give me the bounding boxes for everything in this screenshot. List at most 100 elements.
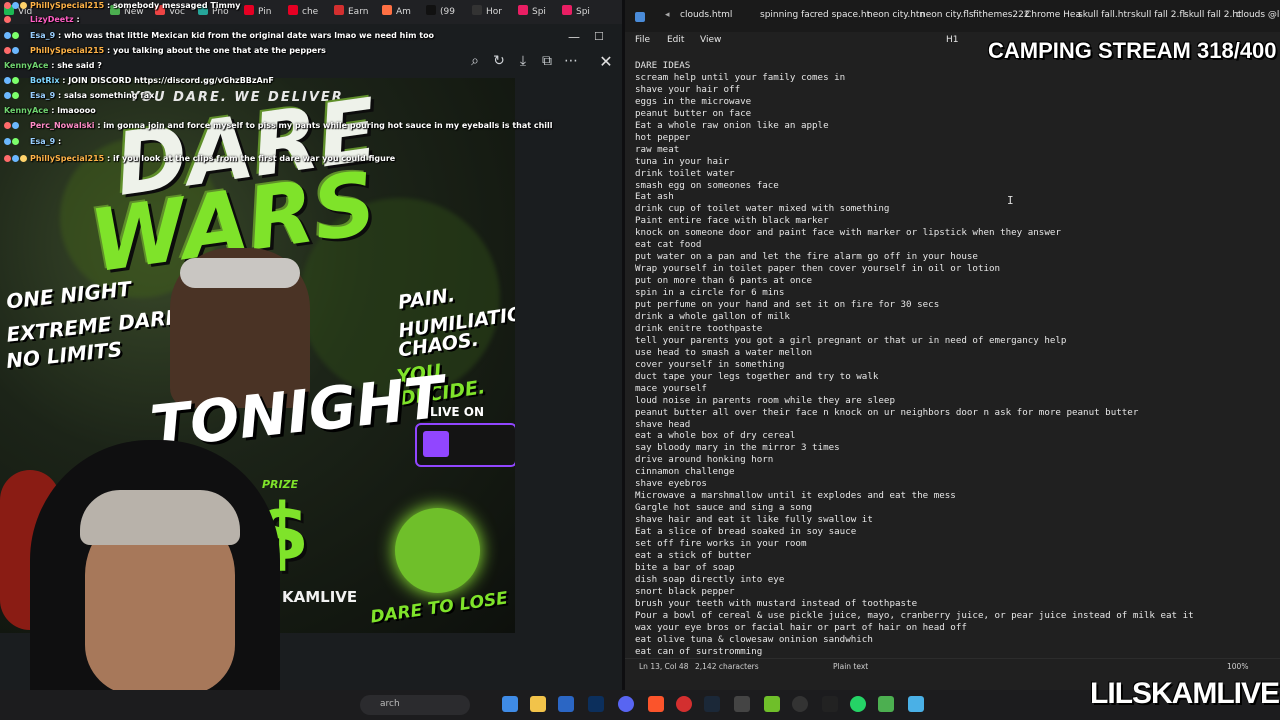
brave-icon[interactable] — [648, 696, 664, 712]
notepad-tab[interactable]: Chrome Hea — [1025, 10, 1081, 20]
chat-username: BotRix — [30, 76, 60, 85]
more-icon[interactable]: ⋯ — [560, 48, 582, 74]
text-line: drink a whole gallon of milk — [635, 310, 790, 322]
app-icon[interactable] — [764, 696, 780, 712]
notepad-tab[interactable]: neon city.htn — [867, 10, 925, 20]
rotate-icon[interactable]: ↻ — [488, 48, 510, 74]
text-line: shave your hair off — [635, 83, 741, 95]
text-line: put on more than 6 pants at once — [635, 275, 813, 287]
status-zoom[interactable]: 100% — [1227, 662, 1248, 671]
text-line: put water on a pan and let the fire alar… — [635, 251, 978, 263]
chat-badges — [4, 76, 30, 85]
zoom-icon[interactable]: ⌕ — [464, 48, 486, 74]
text-line: hot pepper — [635, 131, 691, 143]
webcam-feed — [0, 420, 300, 690]
download-icon[interactable]: ⤓ — [512, 48, 534, 74]
app-icon[interactable] — [792, 696, 808, 712]
store-icon[interactable] — [558, 696, 574, 712]
poster-left-line: ONE NIGHT — [5, 276, 133, 314]
browser-tab[interactable]: Earn — [334, 5, 368, 19]
notepad-status-bar: Ln 13, Col 48 2,142 characters Plain tex… — [625, 658, 1280, 675]
chat-username: PhillySpecial215 — [30, 46, 105, 55]
stream-title-overlay: CAMPING STREAM 318/400 — [988, 38, 1277, 63]
text-line: duct tape your legs together and try to … — [635, 370, 879, 382]
text-line: eat a stick of butter — [635, 549, 752, 561]
text-line: spin in a circle for 6 mins — [635, 287, 785, 299]
notepad-tab[interactable]: neon city.fls — [920, 10, 974, 20]
chat-username: KennyAce — [4, 106, 49, 115]
app-icon[interactable] — [676, 696, 692, 712]
copilot-icon[interactable] — [502, 696, 518, 712]
text-line: eat a whole box of dry cereal — [635, 430, 796, 442]
twitch-icon — [423, 431, 449, 457]
poster-live-on: LIVE ON — [430, 405, 485, 419]
text-line: drink toilet water — [635, 167, 735, 179]
app-icon[interactable] — [734, 696, 750, 712]
notepad-tab[interactable]: spinning fac — [760, 10, 815, 20]
poster-person-bandana — [180, 258, 300, 288]
close-icon[interactable]: ✕ — [596, 52, 616, 72]
browser-tab[interactable]: Pin — [244, 5, 271, 19]
browser-tab-label: Spi — [576, 7, 590, 17]
whatsapp-icon[interactable] — [850, 696, 866, 712]
maximize-button[interactable]: ☐ — [594, 30, 604, 43]
chat-text: : somebody messaged Timmy — [104, 1, 241, 10]
chat-badges — [4, 137, 30, 146]
twitch-logo — [415, 423, 515, 467]
browser-tab-label: Spi — [532, 7, 546, 17]
notepad-text-area[interactable]: DARE IDEAS scream help until your family … — [635, 60, 1275, 656]
steam-icon[interactable] — [704, 696, 720, 712]
notepad-tab[interactable]: skull fall 2.fl — [1131, 10, 1185, 20]
notepad-taskbar-icon[interactable] — [908, 696, 924, 712]
notepad-tab[interactable]: skull fall.htr — [1078, 10, 1131, 20]
chat-message: LizyDeetz : — [4, 15, 80, 27]
notepad-tab[interactable]: fithemes222 — [973, 10, 1030, 20]
taskbar-search[interactable]: arch — [360, 695, 470, 715]
chat-message: Perc_Nowalski : im gonna join and force … — [4, 121, 553, 133]
menu-edit[interactable]: Edit — [667, 35, 684, 45]
text-line: shave eyebros — [635, 478, 707, 490]
chat-text: : JOIN DISCORD https://discord.gg/vGhzBB… — [59, 76, 274, 85]
file-explorer-icon[interactable] — [530, 696, 546, 712]
text-line: raw meat — [635, 143, 680, 155]
chat-message: Esa_9 : who was that little Mexican kid … — [4, 31, 434, 43]
text-line: Wrap yourself in toilet paper then cover… — [635, 263, 1001, 275]
menu-view[interactable]: View — [700, 35, 721, 45]
app-icon[interactable] — [878, 696, 894, 712]
text-line: snort black pepper — [635, 585, 735, 597]
text-line: knock on someone door and paint face wit… — [635, 227, 1061, 239]
status-char-count: 2,142 characters — [695, 662, 759, 671]
discord-icon[interactable] — [618, 696, 634, 712]
text-line: Pour a bowl of cereal & use pickle juice… — [635, 609, 1194, 621]
menu-file[interactable]: File — [635, 35, 650, 45]
chat-message: KennyAce : lmaoooo — [4, 106, 96, 118]
photoshop-icon[interactable] — [588, 696, 604, 712]
notepad-app-icon — [635, 12, 645, 22]
status-format: Plain text — [833, 662, 869, 671]
chat-username: Esa_9 — [30, 137, 56, 146]
browser-tab[interactable]: Am — [382, 5, 411, 19]
text-line: shave head — [635, 418, 691, 430]
notepad-tab[interactable]: clouds.html — [680, 10, 732, 20]
chat-badges — [4, 121, 30, 130]
webcam-headband — [80, 490, 240, 545]
browser-tab[interactable]: che — [288, 5, 318, 19]
text-line: Paint entire face with black marker — [635, 215, 829, 227]
chat-message: PhillySpecial215 : somebody messaged Tim… — [4, 1, 240, 13]
open-external-icon[interactable]: ⧉ — [536, 48, 558, 74]
browser-tab[interactable]: Hor — [472, 5, 502, 19]
browser-tab-label: Am — [396, 7, 411, 17]
browser-tab[interactable]: Spi — [562, 5, 590, 19]
brand-watermark: LILSKAMLIVE — [1090, 677, 1280, 710]
browser-tab[interactable]: Spi — [518, 5, 546, 19]
notepad-tab[interactable]: skull fall 2.ht — [1184, 10, 1242, 20]
tab-scroll-left-icon[interactable]: ◂ — [665, 10, 670, 20]
notepad-tab[interactable]: clouds @lils — [1236, 10, 1280, 20]
minimize-button[interactable]: — — [568, 30, 580, 44]
text-line: drink enitre toothpaste — [635, 322, 763, 334]
browser-tab[interactable]: (99 — [426, 5, 455, 19]
heading-select[interactable]: H1 — [946, 35, 959, 45]
capcut-icon[interactable] — [822, 696, 838, 712]
notepad-tab[interactable]: red space.ht — [814, 10, 870, 20]
text-line: DARE IDEAS — [635, 60, 691, 71]
